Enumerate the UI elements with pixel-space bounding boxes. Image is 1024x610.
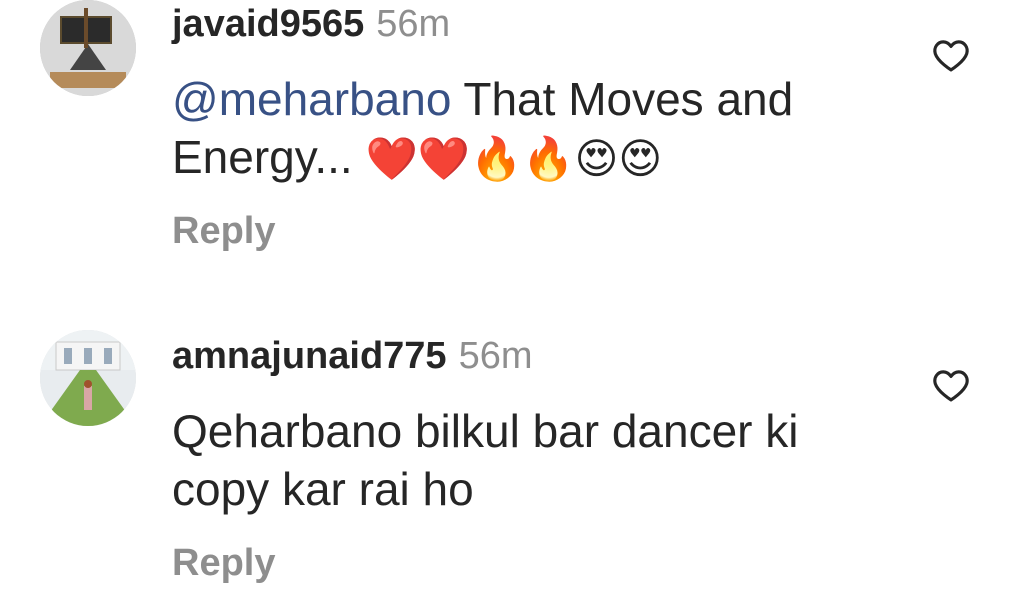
- comment-text: Qeharbano bilkul bar dancer ki copy kar …: [172, 402, 872, 518]
- comment-header: javaid9565 56m: [172, 2, 450, 46]
- comment-item: amnajunaid775 56m Qeharbano bilkul bar da…: [0, 330, 1024, 610]
- comment-header: amnajunaid775 56m: [172, 334, 532, 378]
- reply-button[interactable]: Reply: [172, 542, 275, 585]
- mention-link[interactable]: @meharbano: [172, 73, 451, 125]
- username[interactable]: javaid9565: [172, 3, 364, 45]
- comment-item: javaid9565 56m @meharbano That Moves and …: [0, 0, 1024, 290]
- heart-outline-icon[interactable]: [930, 34, 972, 76]
- avatar-image: [40, 330, 136, 426]
- username[interactable]: amnajunaid775: [172, 335, 447, 377]
- avatar-image: [40, 0, 136, 96]
- avatar[interactable]: [40, 0, 136, 96]
- timestamp: 56m: [376, 3, 451, 45]
- timestamp: 56m: [458, 335, 533, 377]
- comment-body: Qeharbano bilkul bar dancer ki copy kar …: [172, 405, 799, 515]
- comment-text: @meharbano That Moves and Energy... ❤️❤️…: [172, 70, 892, 188]
- heart-outline-icon[interactable]: [930, 364, 972, 406]
- reply-button[interactable]: Reply: [172, 210, 275, 253]
- avatar[interactable]: [40, 330, 136, 426]
- emoji-sequence: ❤️❤️🔥🔥😍😍: [365, 135, 663, 182]
